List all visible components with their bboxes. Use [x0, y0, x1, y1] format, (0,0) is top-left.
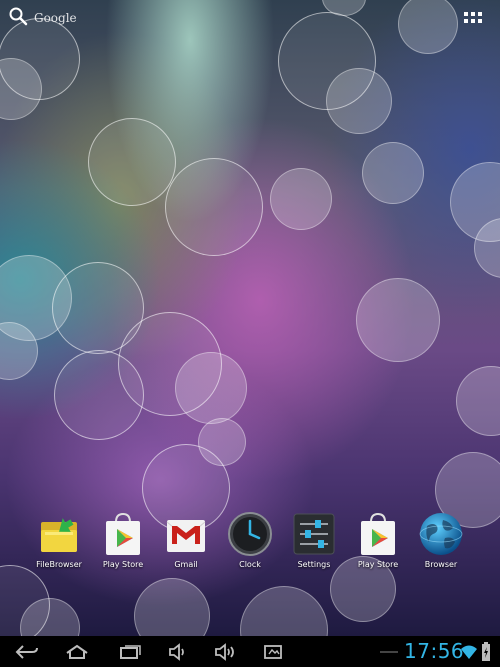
bokeh-circle — [88, 118, 176, 206]
search-icon — [8, 6, 28, 30]
battery-icon — [481, 642, 491, 666]
screenshot-icon — [264, 645, 282, 659]
bokeh-circle — [270, 168, 332, 230]
app-label: Clock — [239, 560, 261, 569]
bokeh-circle — [54, 350, 144, 440]
app-gmail[interactable]: Gmail — [154, 505, 218, 569]
app-label: Play Store — [357, 560, 399, 569]
app-browser[interactable]: Browser — [409, 505, 473, 569]
gmail-icon — [162, 510, 210, 558]
bokeh-circle — [398, 0, 458, 54]
home-button[interactable] — [62, 640, 92, 664]
bokeh-circle — [456, 366, 500, 436]
status-time[interactable]: 17:56 — [404, 639, 464, 663]
app-label: Gmail — [174, 560, 198, 569]
back-button[interactable] — [12, 640, 42, 664]
screenshot-button[interactable] — [258, 640, 288, 664]
all-apps-button[interactable] — [462, 8, 484, 30]
system-navigation-bar: 17:56 — [0, 636, 500, 667]
recent-apps-icon — [120, 645, 141, 659]
back-icon — [15, 645, 38, 659]
notification-indicator — [380, 651, 398, 653]
clock-icon — [226, 510, 274, 558]
bokeh-circle — [326, 68, 392, 134]
bokeh-circle — [362, 142, 424, 204]
search-label: Google — [34, 11, 77, 25]
app-label: Settings — [297, 560, 331, 569]
app-clock[interactable]: Clock — [218, 505, 282, 569]
folder-icon — [35, 510, 83, 558]
bokeh-circle — [134, 578, 210, 636]
app-label: FileBrowser — [36, 560, 82, 569]
bokeh-circle — [356, 278, 440, 362]
app-dock: FileBrowser Play Store Gmail Clock Setti… — [0, 505, 500, 580]
app-play-store[interactable]: Play Store — [91, 505, 155, 569]
bokeh-circle — [165, 158, 263, 256]
app-label: Browser — [424, 560, 458, 569]
volume-up-button[interactable] — [210, 640, 240, 664]
app-play-store[interactable]: Play Store — [346, 505, 410, 569]
app-settings[interactable]: Settings — [282, 505, 346, 569]
all-apps-grid-icon — [464, 12, 482, 23]
app-filebrowser[interactable]: FileBrowser — [27, 505, 91, 569]
app-label: Play Store — [102, 560, 144, 569]
settings-sliders-icon — [290, 510, 338, 558]
globe-icon — [417, 510, 465, 558]
recent-apps-button[interactable] — [115, 640, 145, 664]
volume-down-button[interactable] — [163, 640, 193, 664]
volume-up-icon — [215, 643, 234, 661]
wifi-icon — [460, 644, 478, 664]
google-search-bar[interactable]: Google — [8, 6, 77, 30]
volume-down-icon — [169, 643, 184, 661]
play-store-icon — [354, 510, 402, 558]
play-store-icon — [99, 510, 147, 558]
bokeh-circle — [240, 586, 328, 636]
home-icon — [66, 644, 88, 659]
bokeh-circle — [175, 352, 247, 424]
